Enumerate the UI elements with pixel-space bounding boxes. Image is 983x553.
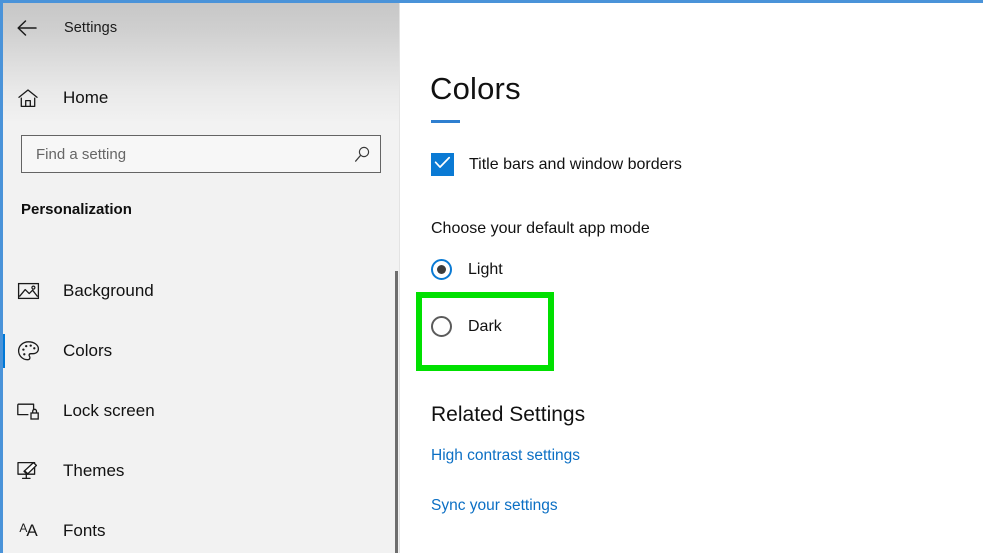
radio-light[interactable] <box>431 259 452 280</box>
sidebar-item-label: Background <box>63 281 154 300</box>
search-icon[interactable] <box>344 136 380 172</box>
settings-window: Settings Home Personalization <box>0 0 983 553</box>
sidebar-item-background[interactable]: Background <box>0 261 396 321</box>
image-icon <box>6 281 50 301</box>
title-bars-checkbox-row[interactable]: Title bars and window borders <box>431 153 682 176</box>
sidebar-item-label: Colors <box>63 341 113 360</box>
font-aa-icon: AA <box>6 521 50 541</box>
app-mode-option-light[interactable]: Light <box>431 259 503 280</box>
arrow-left-icon <box>16 19 40 37</box>
palette-icon <box>6 340 50 362</box>
app-mode-option-label: Dark <box>468 317 502 335</box>
sidebar-item-lock-screen[interactable]: Lock screen <box>0 381 396 441</box>
sidebar-scrollbar-thumb[interactable] <box>395 271 398 553</box>
window-top-accent-border <box>0 0 983 3</box>
sidebar-section-title: Personalization <box>21 201 132 218</box>
monitor-lock-icon <box>6 401 50 421</box>
app-mode-group-label: Choose your default app mode <box>431 220 650 237</box>
search-box[interactable] <box>21 135 381 173</box>
sidebar-nav-list: Background Colors Lock screen Themes AA … <box>0 261 396 553</box>
title-bars-checkbox[interactable] <box>431 153 454 176</box>
search-input[interactable] <box>22 136 344 172</box>
page-title: Colors <box>430 71 521 106</box>
back-button[interactable] <box>5 10 51 46</box>
check-icon <box>434 156 451 174</box>
sidebar-item-fonts[interactable]: AA Fonts <box>0 501 396 553</box>
sidebar-item-colors[interactable]: Colors <box>0 321 396 381</box>
sidebar-item-label: Themes <box>63 461 125 480</box>
sidebar: Settings Home Personalization <box>0 3 400 553</box>
window-left-accent-border <box>0 0 3 553</box>
sidebar-item-home[interactable]: Home <box>0 78 390 118</box>
titlebar-row: Settings <box>0 8 400 48</box>
app-title: Settings <box>64 20 118 36</box>
monitor-brush-icon <box>6 460 50 482</box>
sidebar-item-label: Fonts <box>63 521 106 540</box>
content-pane: Colors Title bars and window borders Cho… <box>400 3 983 553</box>
sidebar-item-label: Lock screen <box>63 401 155 420</box>
page-title-underline <box>431 120 460 123</box>
app-mode-option-dark[interactable]: Dark <box>431 316 502 337</box>
sidebar-item-themes[interactable]: Themes <box>0 441 396 501</box>
app-mode-option-label: Light <box>468 260 503 278</box>
home-icon <box>5 88 51 109</box>
sidebar-item-home-label: Home <box>63 88 109 107</box>
title-bars-checkbox-label: Title bars and window borders <box>469 155 682 173</box>
link-high-contrast-settings[interactable]: High contrast settings <box>431 447 580 465</box>
radio-dark[interactable] <box>431 316 452 337</box>
font-aa-glyph: AA <box>19 521 37 540</box>
related-settings-heading: Related Settings <box>431 403 586 426</box>
link-sync-your-settings[interactable]: Sync your settings <box>431 497 558 515</box>
